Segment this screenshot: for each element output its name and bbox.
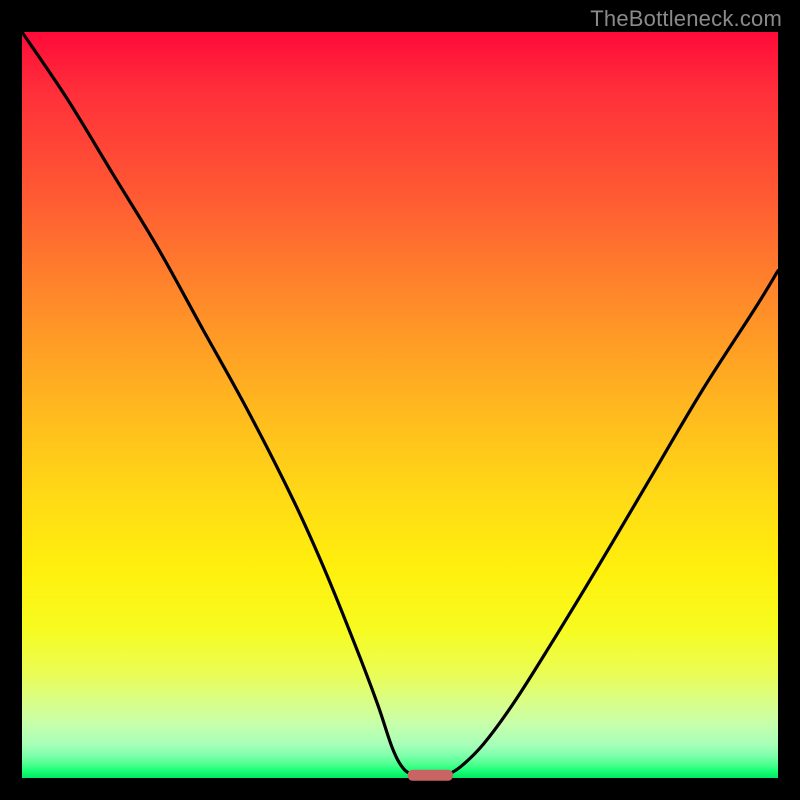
- chart-frame: TheBottleneck.com: [0, 0, 800, 800]
- bottleneck-curve-left: [22, 32, 415, 776]
- bottleneck-curve-right: [445, 271, 778, 776]
- curve-layer: [22, 32, 778, 778]
- plot-area: [22, 32, 778, 778]
- watermark-text: TheBottleneck.com: [590, 6, 782, 32]
- min-marker: [408, 770, 453, 781]
